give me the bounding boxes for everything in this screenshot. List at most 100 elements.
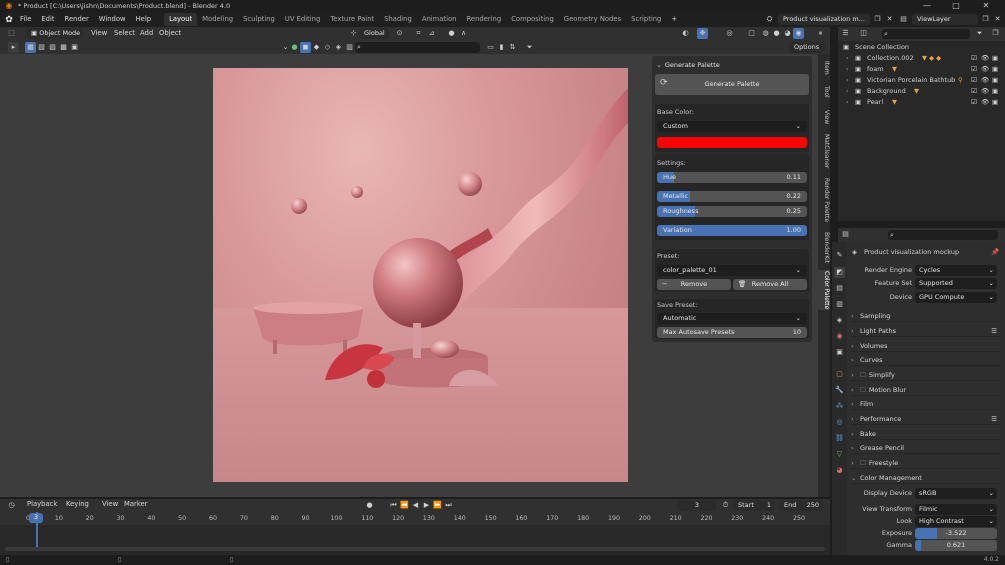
remove-all-presets-button[interactable]: 🗑 Remove All <box>733 279 807 290</box>
mesh-filter-icon[interactable]: ◆ <box>311 42 322 53</box>
workspace-tab-sculpting[interactable]: Sculpting <box>238 13 280 26</box>
look-select[interactable]: High Contrast ⌄ <box>915 516 997 527</box>
outliner-row[interactable]: › ▣ Collection.002 ▼ ◆ ◆ ☑ 👁 ▣ <box>838 53 1005 64</box>
base-color-mode-select[interactable]: Custom ⌄ <box>657 121 807 132</box>
menu-file[interactable]: File <box>15 12 36 27</box>
eye-icon[interactable]: 👁 <box>981 86 989 97</box>
shading-solid-icon[interactable]: ● <box>771 28 782 39</box>
options-dropdown[interactable]: Options <box>789 42 825 53</box>
copy-view-layer-icon[interactable]: ❐ <box>980 14 991 25</box>
overlay-toggle-icon[interactable]: ◎ <box>724 28 735 39</box>
panel-performance[interactable]: › Performance ☰ <box>851 413 1001 425</box>
delete-scene-icon[interactable]: ✕ <box>884 14 895 25</box>
view-layer-selector[interactable]: ViewLayer <box>912 14 978 25</box>
filter-toggle-icon[interactable]: ▭ <box>485 42 496 53</box>
camera-icon[interactable]: ▣ <box>992 86 998 97</box>
menu-render[interactable]: Render <box>60 12 94 27</box>
save-mode-select[interactable]: Automatic ⌄ <box>657 313 807 324</box>
outliner-row[interactable]: › ▣ foam ▼ ☑ 👁 ▣ <box>838 64 1005 75</box>
tool-tab-icon[interactable]: ✎ <box>834 250 845 261</box>
falloff-icon[interactable]: ∧ <box>458 28 469 39</box>
eye-icon[interactable]: 👁 <box>981 53 989 64</box>
pivot-point-icon[interactable]: ⊙ <box>394 28 405 39</box>
checkbox-icon[interactable]: ☑ <box>971 97 977 108</box>
scene-tab-icon[interactable]: ◈ <box>834 315 845 326</box>
hue-slider[interactable]: Hue 0.11 <box>657 172 807 183</box>
panel-header[interactable]: ⌄ Generate Palette <box>656 59 720 70</box>
menu-window[interactable]: Window <box>94 12 131 27</box>
timeline-menu-keying[interactable]: Keying <box>61 498 94 511</box>
output-tab-icon[interactable]: ▤ <box>834 283 845 294</box>
play-reverse-icon[interactable]: ◀ <box>410 500 421 511</box>
eye-icon[interactable]: 👁 <box>981 75 989 86</box>
display-mode-icon[interactable]: ◫ <box>858 28 869 39</box>
panel-film[interactable]: › Film <box>851 398 1001 410</box>
workspace-tab-compositing[interactable]: Compositing <box>506 13 559 26</box>
blender-logo-icon[interactable]: ✿ <box>3 14 15 26</box>
device-select[interactable]: GPU Compute ⌄ <box>915 292 997 303</box>
timeline-menu-marker[interactable]: Marker <box>119 498 153 511</box>
end-frame-field[interactable]: End 250 <box>779 500 823 511</box>
mode-selector[interactable]: ▣ Object Mode ⌄ <box>26 28 82 39</box>
new-collection-icon[interactable]: ❐ <box>990 28 1001 39</box>
pause-render-icon[interactable]: ⏸ <box>815 28 826 39</box>
panel-sampling[interactable]: › Sampling <box>851 310 1001 322</box>
visibility-icon[interactable]: ◐ <box>680 28 691 39</box>
display-device-select[interactable]: sRGB ⌄ <box>915 488 997 499</box>
timeline-scrollbar[interactable] <box>5 547 825 551</box>
viewport-search-input[interactable]: ⌕ <box>355 42 480 53</box>
shading-material-icon[interactable]: ◕ <box>782 28 793 39</box>
sidebar-tab-item[interactable]: Item <box>818 58 830 78</box>
panel-color-management[interactable]: ⌄ Color Management <box>851 472 1001 484</box>
transform-orientation-selector[interactable]: Global <box>359 28 389 39</box>
outliner-search-input[interactable]: ⌕ <box>882 29 970 39</box>
panel-freestyle[interactable]: › ☐ Freestyle <box>851 457 1001 469</box>
current-frame-field[interactable]: 3 <box>678 500 716 511</box>
camera-icon[interactable]: ▣ <box>992 64 998 75</box>
constraints-tab-icon[interactable]: ⛓ <box>834 433 845 444</box>
object-filter-icon[interactable]: ◼ <box>300 42 311 53</box>
outliner-row[interactable]: › ▣ Victorian Porcelain Bathtub ⚲ ☑ 👁 ▣ <box>838 75 1005 86</box>
record-icon[interactable]: ● <box>364 500 375 511</box>
next-keyframe-icon[interactable]: ⏩ <box>432 500 443 511</box>
camera-icon[interactable]: ▣ <box>992 97 998 108</box>
prev-keyframe-icon[interactable]: ⏪ <box>399 500 410 511</box>
shading-rendered-icon[interactable]: ◉ <box>793 28 804 39</box>
base-color-swatch[interactable] <box>657 137 807 148</box>
snap-target-icon[interactable]: ⊿ <box>426 28 437 39</box>
workspace-tab-shading[interactable]: Shading <box>379 13 417 26</box>
sidebar-tab-color-palette[interactable]: Color Palette <box>818 270 830 310</box>
workspace-tab-uv-editing[interactable]: UV Editing <box>280 13 325 26</box>
camera-filter-icon[interactable]: ◈ <box>333 42 344 53</box>
workspace-tab-layout[interactable]: Layout <box>164 13 198 26</box>
timeline-editor-icon[interactable]: ◷ <box>6 500 17 511</box>
max-autosave-field[interactable]: Max Autosave Presets 10 <box>657 327 807 338</box>
gamma-slider[interactable]: 0.621 <box>915 540 997 551</box>
checkbox-icon[interactable]: ☑ <box>971 75 977 86</box>
menu-edit[interactable]: Edit <box>36 12 59 27</box>
editor-type-icon[interactable]: ⬚ <box>6 28 17 39</box>
remove-preset-button[interactable]: − Remove <box>657 279 731 290</box>
select-subtract-icon[interactable]: ▨ <box>47 42 58 53</box>
panel-motion-blur[interactable]: › ☐ Motion Blur <box>851 384 1001 396</box>
render-tab-icon[interactable]: ◩ <box>834 267 845 278</box>
play-icon[interactable]: ▶ <box>421 500 432 511</box>
checkbox-icon[interactable]: ☑ <box>971 53 977 64</box>
camera-icon[interactable]: ▣ <box>992 53 998 64</box>
panel-simplify[interactable]: › ☐ Simplify <box>851 369 1001 381</box>
filter-icon[interactable]: ⏷ <box>974 28 985 39</box>
outliner-row[interactable]: › ▣ Pearl ▼ ☑ 👁 ▣ <box>838 97 1005 108</box>
workspace-tab-geometry-nodes[interactable]: Geometry Nodes <box>559 13 626 26</box>
particles-tab-icon[interactable]: ⁂ <box>834 401 845 412</box>
pin-icon[interactable]: 📌 <box>991 247 999 258</box>
object-tab-icon[interactable]: ▢ <box>834 369 845 380</box>
select-invert-icon[interactable]: ▩ <box>58 42 69 53</box>
menu-help[interactable]: Help <box>131 12 157 27</box>
view-layer-icon[interactable]: ▤ <box>898 14 909 25</box>
outliner-editor-icon[interactable]: ☰ <box>840 28 851 39</box>
checkbox-icon[interactable]: ☑ <box>971 86 977 97</box>
workspace-tab-scripting[interactable]: Scripting <box>626 13 666 26</box>
expand-arrow-icon[interactable]: › <box>846 64 849 75</box>
expand-arrow-icon[interactable]: › <box>846 86 849 97</box>
world-tab-icon[interactable]: ◉ <box>834 331 845 342</box>
